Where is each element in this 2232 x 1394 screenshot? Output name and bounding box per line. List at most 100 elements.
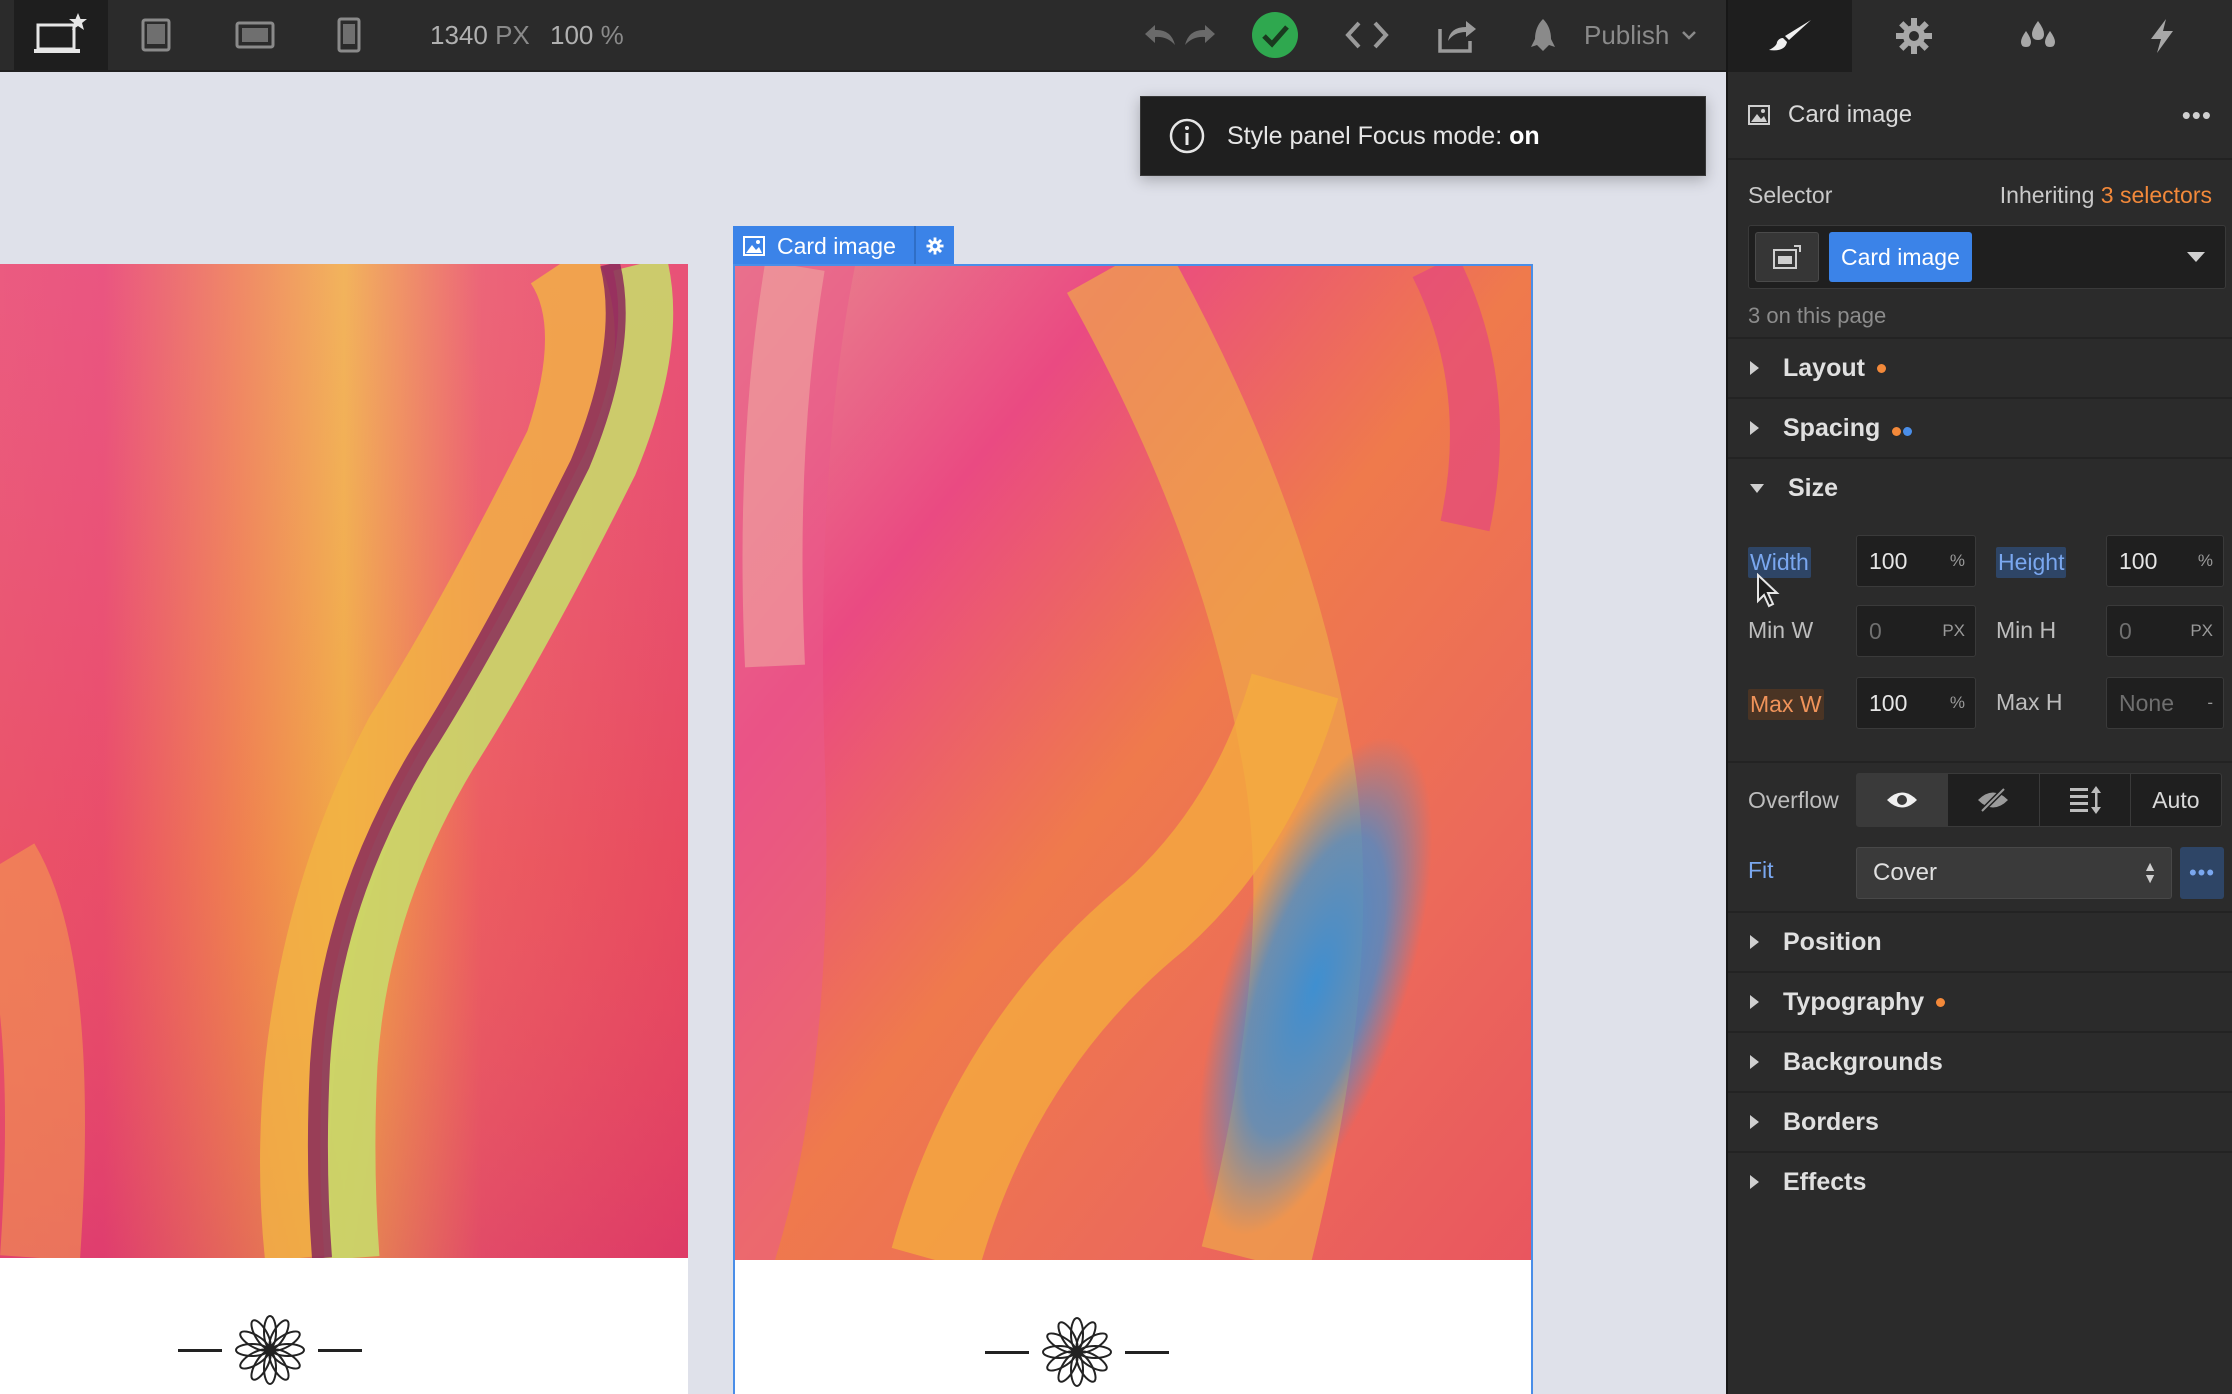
caret-right-icon: [1750, 935, 1759, 949]
height-unit[interactable]: %: [2198, 551, 2213, 571]
overflow-hidden-button[interactable]: [1948, 774, 2040, 826]
tab-interactions[interactable]: [2100, 0, 2224, 72]
image-icon: [1748, 105, 1770, 125]
caret-right-icon: [1750, 1115, 1759, 1129]
device-tablet-button[interactable]: [136, 0, 176, 70]
modified-indicator-dot: [1936, 997, 1946, 1007]
overflow-row: Overflow Auto: [1728, 761, 2232, 839]
tablet-icon: [141, 18, 171, 52]
section-typography[interactable]: Typography: [1728, 971, 2232, 1031]
code-brackets-icon: [1345, 21, 1389, 49]
publish-label: Publish: [1584, 19, 1670, 50]
gear-icon: [1896, 18, 1932, 54]
max-width-input[interactable]: 100 %: [1856, 677, 1976, 729]
caret-down-icon: [1750, 483, 1764, 493]
section-size-label: Size: [1788, 473, 1839, 502]
tab-style-manager[interactable]: [1976, 0, 2100, 72]
gear-icon: [926, 237, 944, 255]
width-unit[interactable]: %: [1950, 551, 1965, 571]
publish-dropdown[interactable]: Publish: [1584, 0, 1697, 70]
section-spacing-label: Spacing: [1783, 413, 1881, 442]
share-icon: [1438, 21, 1476, 53]
min-width-label[interactable]: Min W: [1748, 617, 1813, 644]
ornament-dash: [318, 1348, 362, 1352]
section-borders-label: Borders: [1783, 1107, 1879, 1136]
card-image-right[interactable]: [735, 266, 1531, 1260]
device-desktop-base-button[interactable]: [14, 0, 108, 70]
design-canvas[interactable]: Card image Style panel Focus mode: on: [0, 72, 1726, 1394]
code-export-button[interactable]: [1344, 0, 1390, 70]
max-height-value: None: [2119, 689, 2174, 716]
max-width-label[interactable]: Max W: [1748, 689, 1824, 720]
panel-more-button[interactable]: •••: [2182, 100, 2212, 131]
fit-more-options-button[interactable]: •••: [2180, 847, 2224, 899]
min-width-value: 0: [1869, 617, 1882, 644]
section-backgrounds-label: Backgrounds: [1783, 1047, 1943, 1076]
selector-type-button[interactable]: [1755, 232, 1819, 282]
section-borders[interactable]: Borders: [1728, 1091, 2232, 1151]
selected-element-tag[interactable]: Card image: [733, 226, 954, 266]
section-effects[interactable]: Effects: [1728, 1151, 2232, 1211]
height-label[interactable]: Height: [1996, 547, 2067, 578]
fit-label[interactable]: Fit: [1748, 857, 1774, 884]
info-icon: [1169, 118, 1205, 154]
inherited-indicator-dot: [1892, 426, 1902, 436]
inheriting-info[interactable]: Inheriting 3 selectors: [2000, 182, 2212, 209]
share-button[interactable]: [1434, 0, 1480, 70]
card-image-left[interactable]: [0, 264, 688, 1258]
selector-dropdown-caret[interactable]: [2187, 252, 2205, 262]
overflow-auto-button[interactable]: Auto: [2131, 774, 2221, 826]
redo-button[interactable]: [1180, 0, 1220, 70]
size-controls: Width 100 % Height 100 % Min W 0 PX Min …: [1728, 517, 2232, 761]
desktop-star-icon: [34, 13, 87, 53]
max-height-label[interactable]: Max H: [1996, 689, 2062, 716]
selector-field[interactable]: Card image: [1748, 225, 2226, 289]
section-position-label: Position: [1783, 927, 1882, 956]
inheriting-label: Inheriting: [1999, 182, 2095, 208]
min-width-unit[interactable]: PX: [1942, 621, 1965, 641]
max-width-unit[interactable]: %: [1950, 693, 1965, 713]
lightning-icon: [2151, 19, 2173, 53]
panel-element-name: Card image: [1788, 101, 1913, 128]
tab-style[interactable]: [1728, 0, 1852, 72]
inheriting-count[interactable]: 3 selectors: [2101, 182, 2212, 208]
section-position[interactable]: Position: [1728, 911, 2232, 971]
mobile-portrait-icon: [337, 17, 361, 53]
toast-text: Style panel Focus mode:: [1227, 121, 1503, 150]
fit-select[interactable]: Cover ▲ ▼: [1856, 847, 2172, 899]
section-spacing[interactable]: Spacing: [1728, 397, 2232, 457]
paintbrush-icon: [1769, 20, 1811, 51]
max-height-input[interactable]: None -: [2106, 677, 2224, 729]
card-left[interactable]: [0, 264, 688, 1394]
fit-value: Cover: [1873, 859, 1938, 886]
card-right-selected[interactable]: [733, 264, 1533, 1394]
publish-rocket-button[interactable]: [1522, 0, 1564, 70]
min-height-unit[interactable]: PX: [2190, 621, 2213, 641]
selector-chip-card-image[interactable]: Card image: [1829, 232, 1972, 282]
device-mobile-landscape-button[interactable]: [232, 0, 278, 70]
overflow-visible-button[interactable]: [1857, 774, 1949, 826]
min-height-value: 0: [2119, 617, 2132, 644]
section-layout[interactable]: Layout: [1728, 337, 2232, 397]
min-height-label[interactable]: Min H: [1996, 617, 2056, 644]
min-width-input[interactable]: 0 PX: [1856, 605, 1976, 657]
width-value: 100: [1869, 547, 1908, 574]
style-panel: Card image ••• Selector Inheriting 3 sel…: [1726, 72, 2232, 1394]
ornament-dash: [1125, 1350, 1169, 1354]
min-height-input[interactable]: 0 PX: [2106, 605, 2224, 657]
undo-button[interactable]: [1140, 0, 1180, 70]
element-settings-button[interactable]: [913, 226, 944, 266]
chevron-down-icon: [1682, 31, 1697, 40]
width-input[interactable]: 100 %: [1856, 535, 1976, 587]
height-input[interactable]: 100 %: [2106, 535, 2224, 587]
max-height-unit[interactable]: -: [2207, 693, 2213, 713]
ornament-right: [985, 1316, 1169, 1388]
ornament-dash: [985, 1350, 1029, 1354]
section-backgrounds[interactable]: Backgrounds: [1728, 1031, 2232, 1091]
save-status-indicator[interactable]: [1250, 0, 1300, 70]
overflow-scroll-button[interactable]: [2040, 774, 2131, 826]
mouse-cursor-icon: [1757, 573, 1780, 608]
device-mobile-portrait-button[interactable]: [334, 0, 364, 70]
tab-settings[interactable]: [1852, 0, 1976, 72]
section-size[interactable]: Size: [1728, 457, 2232, 517]
